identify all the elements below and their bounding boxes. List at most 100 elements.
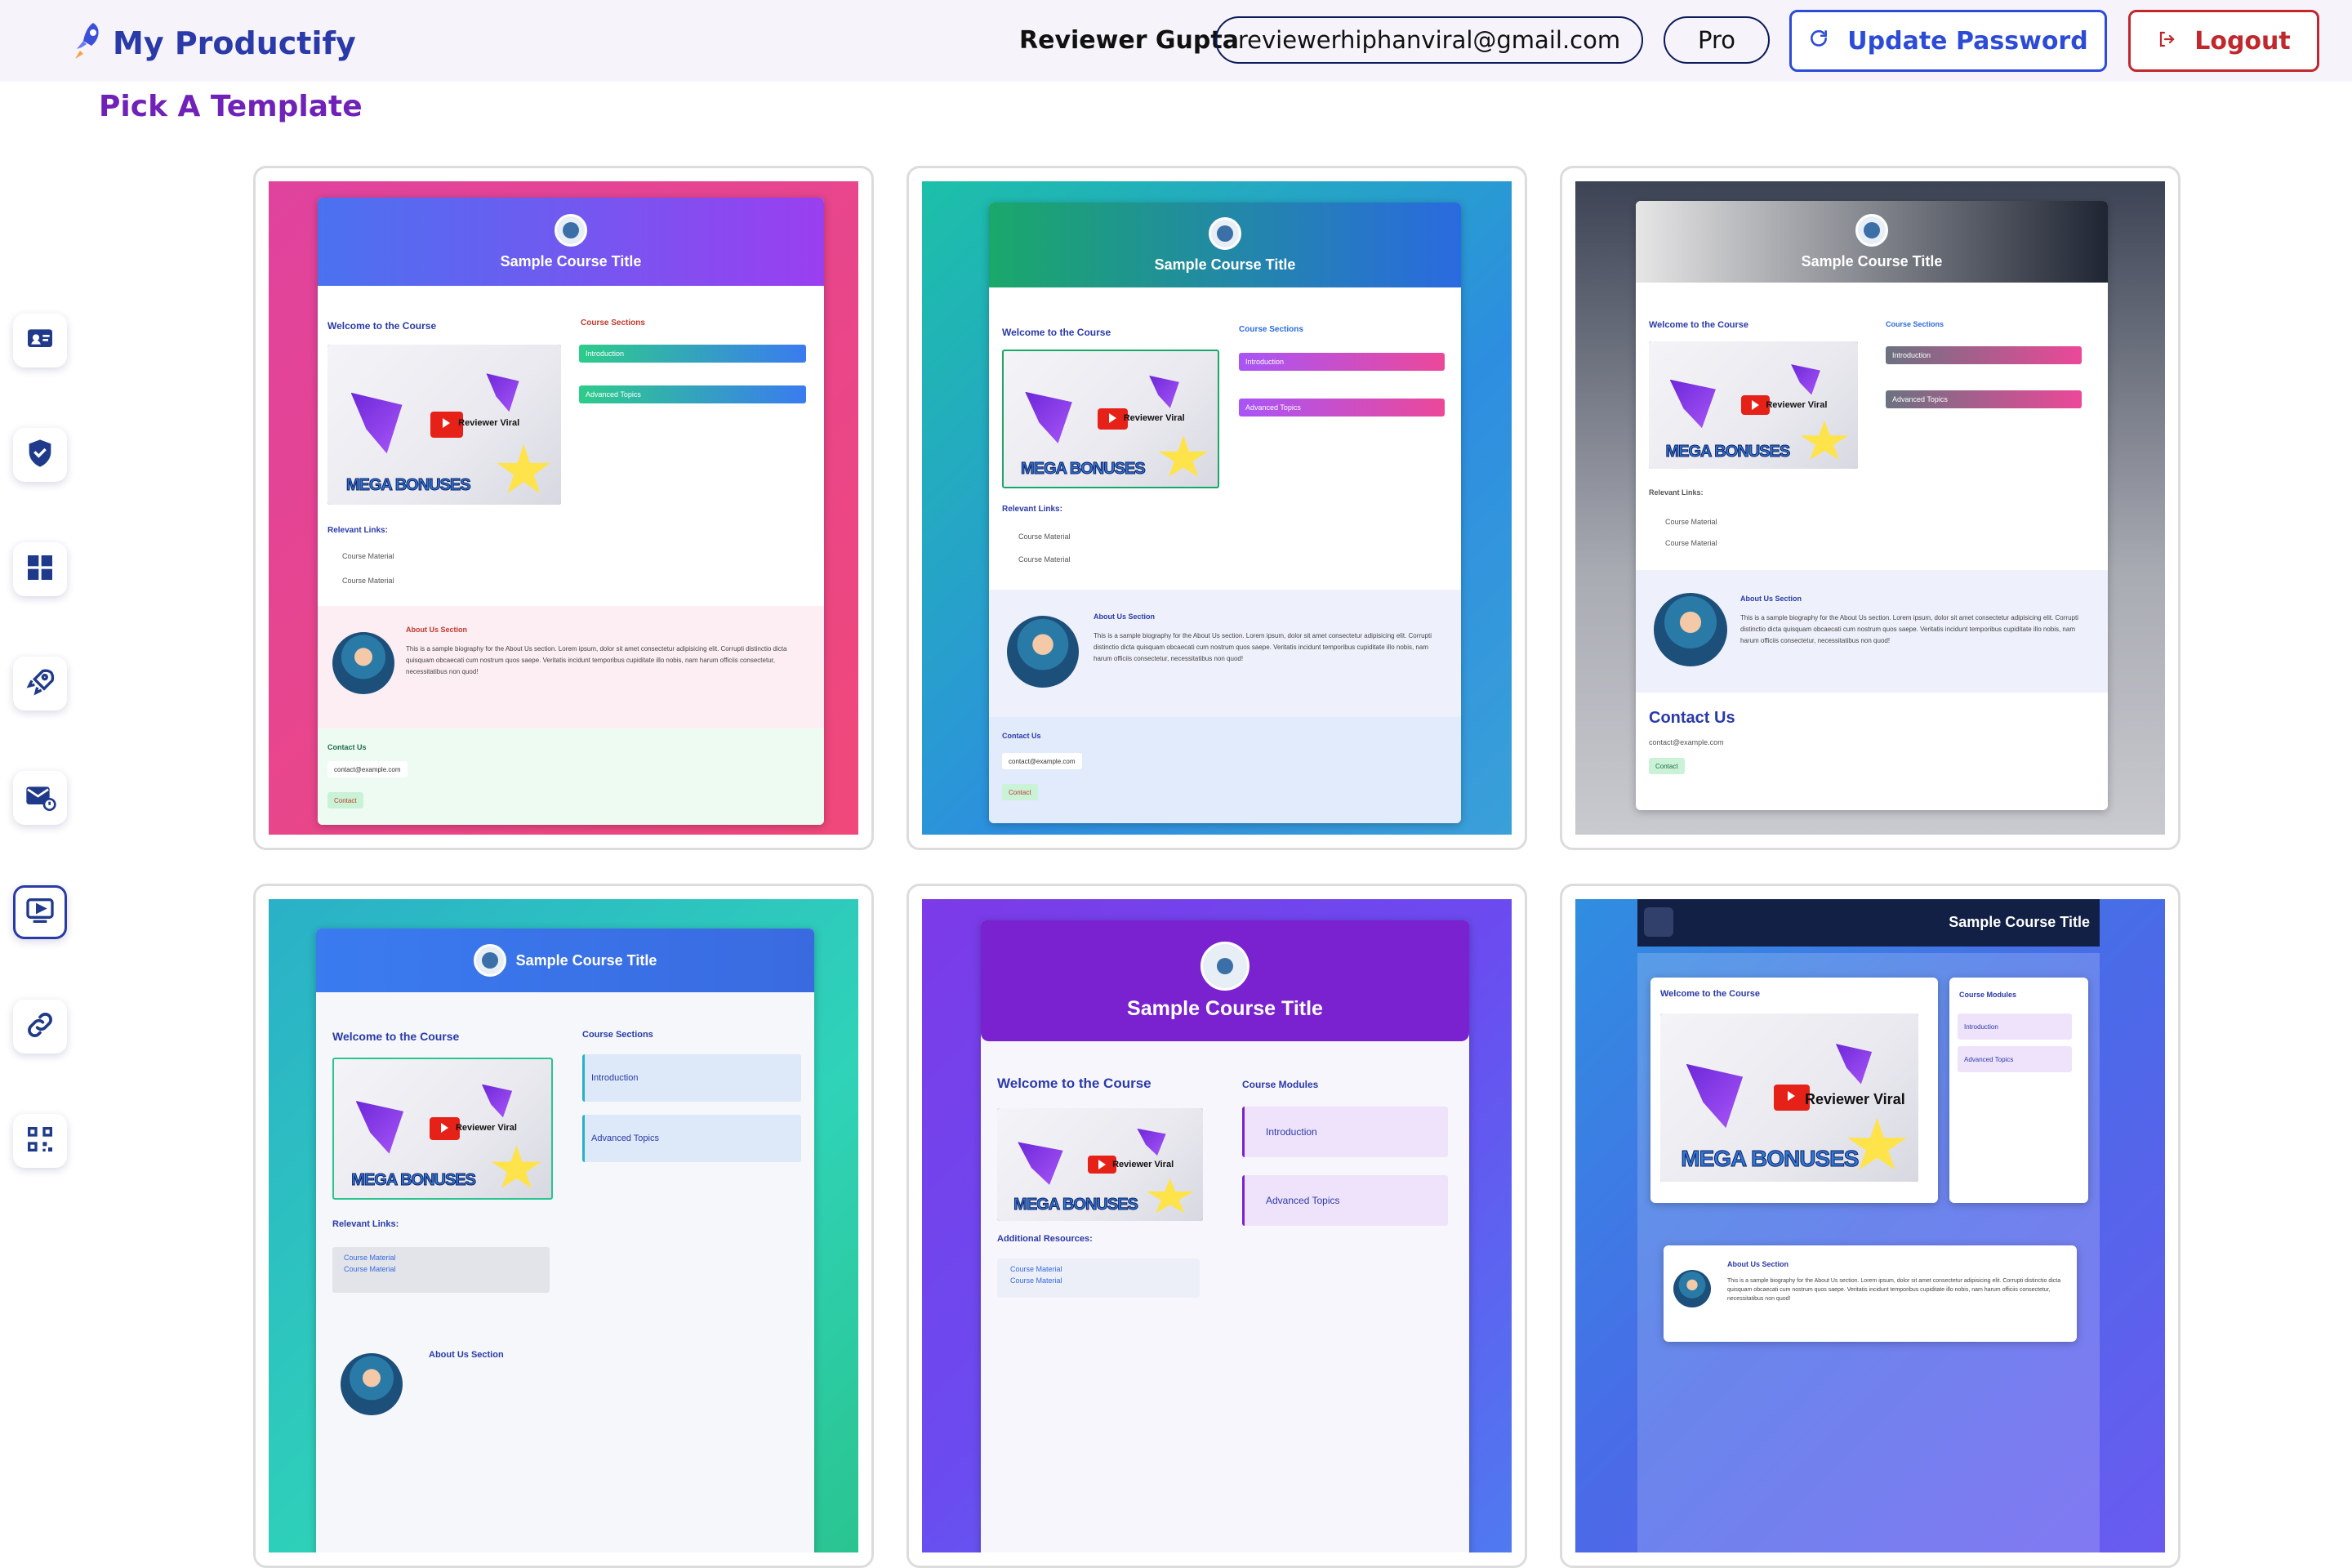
brand[interactable]: My Productify [69, 20, 356, 66]
template-card-4[interactable]: Sample Course Title Welcome to the Cours… [253, 884, 874, 1568]
refresh-icon [1808, 27, 1829, 56]
link-item[interactable]: Course Material [1665, 518, 1717, 526]
template-card-5[interactable]: Sample Course Title Welcome to the Cours… [906, 884, 1527, 1568]
video-thumbnail[interactable]: Reviewer Viral MEGA BONUSES [1002, 350, 1219, 488]
about-avatar [341, 1353, 403, 1415]
about-heading: About Us Section [1094, 612, 1156, 621]
course-title: Sample Course Title [515, 951, 657, 969]
about-avatar [1654, 593, 1727, 666]
sidebar-item-contacts[interactable] [13, 314, 67, 368]
section-intro[interactable]: Introduction [1242, 1107, 1448, 1157]
sidebar-item-dashboard[interactable] [13, 542, 67, 596]
welcome-heading: Welcome to the Course [1649, 320, 1749, 330]
contact-button[interactable]: Contact [1649, 758, 1685, 774]
course-logo-icon [1200, 941, 1250, 991]
update-password-button[interactable]: Update Password [1789, 10, 2107, 72]
contact-email: contact@example.com [1002, 753, 1082, 769]
video-player-icon [24, 894, 56, 931]
about-text: This is a sample biography for the About… [1740, 614, 2078, 644]
course-title: Sample Course Title [1127, 996, 1323, 1020]
email-badge: reviewerhiphanviral@gmail.com [1215, 16, 1643, 64]
about-heading: About Us Section [1740, 595, 1802, 603]
contact-email: contact@example.com [1649, 738, 1724, 746]
links-heading: Relevant Links: [332, 1219, 399, 1229]
link-item[interactable]: Course Material [342, 577, 394, 585]
sidebar-item-links[interactable] [13, 1000, 67, 1054]
course-title: Sample Course Title [1154, 256, 1296, 273]
video-thumbnail[interactable]: Reviewer Viral MEGA BONUSES [327, 345, 561, 505]
section-intro[interactable]: Introduction [582, 1054, 801, 1102]
link-item[interactable]: Course Material [344, 1265, 396, 1273]
links-heading: Relevant Links: [1002, 505, 1062, 514]
contact-button[interactable]: Contact [1002, 784, 1038, 800]
section-intro[interactable]: Introduction [1958, 1013, 2072, 1040]
link-item[interactable]: Course Material [1010, 1276, 1062, 1285]
sections-heading: Course Sections [582, 1030, 653, 1040]
plan-badge: Pro [1664, 16, 1770, 64]
section-intro[interactable]: Introduction [1239, 353, 1445, 371]
section-advanced[interactable]: Advanced Topics [582, 1115, 801, 1162]
link-item[interactable]: Course Material [1018, 555, 1071, 564]
template-card-2[interactable]: Sample Course Title Welcome to the Cours… [906, 166, 1527, 850]
section-intro[interactable]: Introduction [579, 345, 806, 363]
welcome-heading: Welcome to the Course [997, 1076, 1152, 1091]
sections-heading: Course Sections [1886, 320, 1944, 328]
about-heading: About Us Section [429, 1350, 504, 1360]
template-preview: Sample Course Title Welcome to the Cours… [269, 181, 858, 835]
links-heading: Relevant Links: [1649, 488, 1704, 497]
template-card-3[interactable]: Sample Course Title Welcome to the Cours… [1560, 166, 2180, 850]
course-title: Sample Course Title [1801, 252, 1943, 270]
logout-label: Logout [2194, 26, 2291, 56]
link-item[interactable]: Course Material [344, 1254, 396, 1262]
video-brand: Reviewer Viral [1766, 399, 1828, 410]
qr-code-icon [24, 1123, 56, 1160]
template-card-6[interactable]: Sample Course Title Welcome to the Cours… [1560, 884, 2180, 1568]
link-item[interactable]: Course Material [1018, 532, 1071, 541]
modules-heading: Course Modules [1242, 1079, 1319, 1090]
video-thumbnail[interactable]: Reviewer Viral MEGA BONUSES [997, 1108, 1203, 1221]
contact-heading: Contact Us [327, 743, 367, 751]
welcome-heading: Welcome to the Course [327, 320, 437, 332]
logout-button[interactable]: Logout [2128, 10, 2319, 72]
link-item[interactable]: Course Material [1010, 1265, 1062, 1273]
section-advanced[interactable]: Advanced Topics [1239, 399, 1445, 416]
template-card-1[interactable]: Sample Course Title Welcome to the Cours… [253, 166, 874, 850]
sidebar-item-launch[interactable] [13, 657, 67, 710]
sidebar-item-security[interactable] [13, 428, 67, 482]
contact-heading: Contact Us [1649, 709, 1735, 727]
course-title: Sample Course Title [1949, 914, 2090, 930]
section-advanced[interactable]: Advanced Topics [1886, 390, 2082, 408]
contact-card-icon [24, 323, 56, 359]
section-advanced[interactable]: Advanced Topics [1958, 1046, 2072, 1072]
template-preview: Sample Course Title Welcome to the Cours… [922, 181, 1512, 835]
video-mega: MEGA BONUSES [1681, 1145, 1860, 1171]
sidebar-item-video[interactable] [13, 885, 67, 939]
top-bar: My Productify Reviewer Gupta reviewerhip… [0, 0, 2352, 82]
video-mega: MEGA BONUSES [351, 1170, 477, 1189]
welcome-heading: Welcome to the Course [332, 1030, 460, 1043]
video-thumbnail[interactable]: Reviewer Viral MEGA BONUSES [1649, 341, 1858, 469]
course-logo-icon [1209, 216, 1241, 250]
video-mega: MEGA BONUSES [1020, 460, 1146, 479]
contact-button[interactable]: Contact [327, 792, 363, 808]
video-mega: MEGA BONUSES [345, 476, 471, 495]
contact-email: contact@example.com [327, 761, 408, 777]
section-intro[interactable]: Introduction [1886, 346, 2082, 364]
link-item[interactable]: Course Material [1665, 539, 1717, 547]
logout-icon [2157, 27, 2176, 56]
update-password-label: Update Password [1847, 26, 2088, 56]
link-item[interactable]: Course Material [342, 552, 394, 560]
video-thumbnail[interactable]: Reviewer Viral MEGA BONUSES [332, 1058, 553, 1200]
sidebar-item-mail[interactable] [13, 771, 67, 825]
app-name: My Productify [113, 24, 356, 61]
contact-heading: Contact Us [1002, 732, 1041, 740]
template-preview: Sample Course Title Welcome to the Cours… [269, 899, 858, 1552]
section-advanced[interactable]: Advanced Topics [579, 385, 806, 403]
dashboard-grid-icon [24, 551, 56, 588]
course-logo-icon [555, 213, 587, 247]
about-heading: About Us Section [1727, 1260, 1789, 1268]
section-advanced[interactable]: Advanced Topics [1242, 1175, 1448, 1226]
video-thumbnail[interactable]: Reviewer Viral MEGA BONUSES [1660, 1013, 1918, 1182]
sidebar-item-qr[interactable] [13, 1114, 67, 1168]
template-preview: Sample Course Title Welcome to the Cours… [1575, 181, 2165, 835]
